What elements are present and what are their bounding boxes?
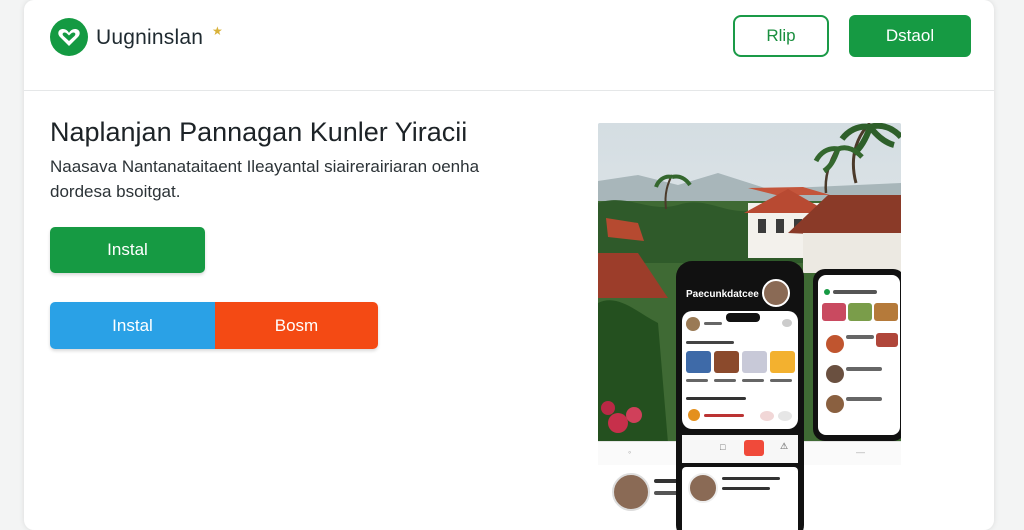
phone-profile-card	[682, 467, 798, 530]
text-line	[770, 379, 792, 382]
text-line	[833, 290, 877, 294]
thumbnail[interactable]	[714, 351, 739, 373]
text-line	[686, 379, 708, 382]
thumbnail[interactable]	[874, 303, 898, 321]
brand-name: Uugninslan	[96, 26, 204, 49]
alert-icon[interactable]: ⚠	[780, 441, 788, 452]
thumbnail[interactable]	[686, 351, 711, 373]
dash-icon: —	[856, 447, 865, 457]
house-icon[interactable]	[744, 440, 764, 456]
more-icon[interactable]	[782, 319, 792, 327]
hero-illustration: ◦ □ △ —	[598, 123, 901, 530]
star-icon: ★	[212, 24, 223, 38]
text-line	[704, 414, 744, 417]
text-line	[714, 379, 736, 382]
text-line	[846, 367, 882, 371]
avatar[interactable]	[688, 473, 718, 503]
page-description: Naasava Nantanataitaent Ileayantal siair…	[50, 157, 480, 201]
phone-feed-card	[682, 311, 798, 429]
text-line	[686, 341, 734, 344]
avatar[interactable]	[612, 473, 650, 511]
main-phone: Paecunkdatcee □ ⚠	[676, 261, 804, 530]
square-icon[interactable]: □	[720, 442, 725, 452]
avatar[interactable]	[824, 333, 846, 355]
install-blue-button[interactable]: Instal	[50, 302, 215, 349]
share-icon[interactable]	[778, 411, 792, 421]
install-button[interactable]: Instal	[50, 227, 205, 273]
thumbnail[interactable]	[876, 333, 898, 347]
like-icon[interactable]	[760, 411, 774, 421]
text-line	[686, 397, 746, 400]
split-button-group: Instal Bosm	[50, 302, 378, 349]
text-line	[742, 379, 764, 382]
thumbnail[interactable]	[742, 351, 767, 373]
thumbnail[interactable]	[848, 303, 872, 321]
text-line	[654, 491, 678, 495]
rlip-button[interactable]: Rlip	[733, 15, 829, 57]
avatar[interactable]	[824, 393, 846, 415]
text-line	[846, 397, 882, 401]
secondary-phone-screen	[818, 275, 900, 435]
text-line	[704, 322, 722, 325]
camera-notch	[726, 313, 760, 322]
reaction-icon[interactable]	[688, 409, 700, 421]
thumbnail[interactable]	[770, 351, 795, 373]
app-card: Uugninslan ★ Rlip Dstaol Naplanjan Panna…	[24, 0, 994, 530]
avatar[interactable]	[686, 317, 700, 331]
phone-header-title: Paecunkdatcee	[686, 289, 759, 300]
secondary-phone	[813, 269, 901, 441]
avatar[interactable]	[824, 363, 846, 385]
text-line	[722, 477, 780, 480]
text-line	[722, 487, 770, 490]
status-dot	[824, 289, 830, 295]
avatar[interactable]	[762, 279, 790, 307]
dstaol-button[interactable]: Dstaol	[849, 15, 971, 57]
text-line	[846, 335, 874, 339]
page-title: Naplanjan Pannagan Kunler Yiracii	[50, 117, 468, 147]
heart-icon[interactable]	[50, 18, 88, 56]
top-bar: Uugninslan ★ Rlip Dstaol	[24, 0, 994, 91]
bosm-button[interactable]: Bosm	[215, 302, 378, 349]
phone-tabbar: □ ⚠	[682, 435, 798, 463]
thumbnail[interactable]	[822, 303, 846, 321]
nav-dot-icon: ◦	[628, 447, 632, 457]
